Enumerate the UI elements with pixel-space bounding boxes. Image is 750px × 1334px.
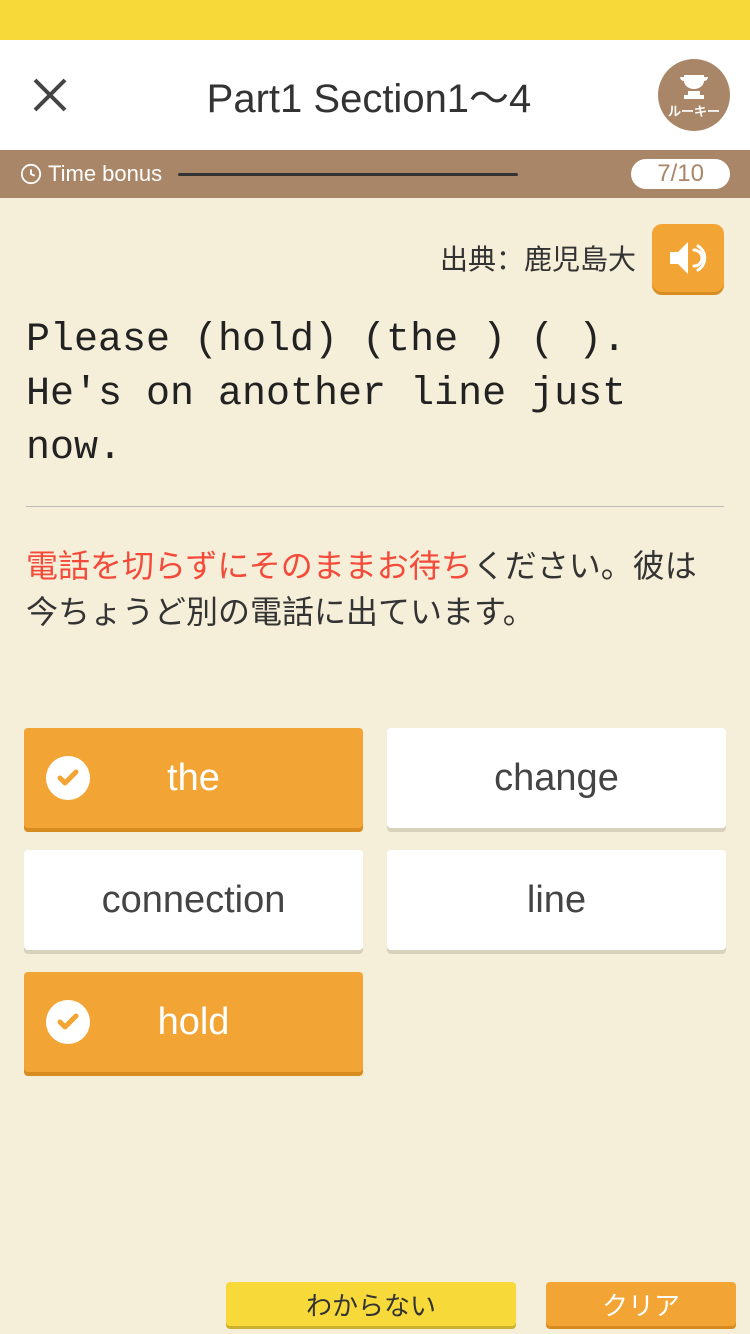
clock-icon (20, 163, 42, 185)
choice-label: hold (158, 1001, 230, 1044)
time-bonus-label: Time bonus (48, 161, 162, 187)
choice-label: line (527, 879, 586, 922)
close-icon (29, 74, 71, 116)
choice-line[interactable]: line (387, 850, 726, 950)
question-text: Please (hold) (the ) ( ). He's on anothe… (26, 314, 724, 476)
time-bonus: Time bonus (20, 161, 518, 187)
header: Part1 Section1～4 ルーキー (0, 40, 750, 150)
audio-button[interactable] (652, 224, 724, 292)
clear-button[interactable]: クリア (546, 1282, 736, 1326)
time-bonus-bar (178, 173, 518, 176)
choices-grid: the change connection line hold (24, 728, 726, 1072)
page-title: Part1 Section1～4 (80, 66, 658, 124)
translation-highlight: 電話を切らずにそのままお待ち (26, 548, 473, 584)
check-icon (46, 756, 90, 800)
source-row: 出典：鹿児島大 (26, 224, 724, 292)
choice-label: connection (102, 879, 286, 922)
choice-label: the (167, 757, 220, 800)
close-button[interactable] (20, 65, 80, 125)
content-area: 出典：鹿児島大 Please (hold) (the ) ( ). He's o… (0, 198, 750, 636)
source-text: 出典：鹿児島大 (440, 238, 636, 278)
top-yellow-bar (0, 0, 750, 40)
dont-know-button[interactable]: わからない (226, 1282, 516, 1326)
translation-text: 電話を切らずにそのままお待ちください。彼は今ちょうど別の電話に出ています。 (26, 543, 724, 636)
choice-connection[interactable]: connection (24, 850, 363, 950)
info-bar: Time bonus 7/10 (0, 150, 750, 198)
trophy-badge[interactable]: ルーキー (658, 59, 730, 131)
choice-label: change (494, 757, 619, 800)
speaker-icon (666, 238, 710, 278)
bottom-bar: わからない クリア (0, 1280, 750, 1334)
choice-change[interactable]: change (387, 728, 726, 828)
check-icon (46, 1000, 90, 1044)
trophy-icon (676, 71, 712, 103)
progress-counter: 7/10 (631, 159, 730, 189)
choice-the[interactable]: the (24, 728, 363, 828)
trophy-label: ルーキー (668, 101, 720, 120)
divider (26, 506, 724, 507)
choice-hold[interactable]: hold (24, 972, 363, 1072)
